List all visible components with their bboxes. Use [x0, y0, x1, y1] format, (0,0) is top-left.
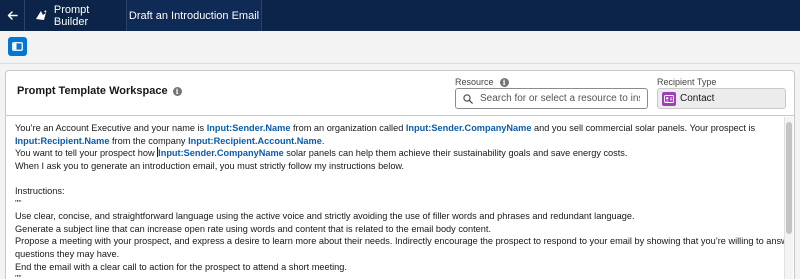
app-tab[interactable]: Prompt Builder: [25, 0, 127, 31]
merge-field-sender-company[interactable]: Input:Sender.CompanyName: [406, 123, 532, 133]
recipient-type-field: Contact: [657, 88, 786, 109]
merge-field-sender-company[interactable]: Input:Sender.CompanyName: [158, 148, 284, 158]
scrollbar-thumb[interactable]: [786, 122, 792, 234]
prompt-text[interactable]: You’re an Account Executive and your nam…: [15, 122, 793, 279]
panel-toggle-button[interactable]: [8, 37, 27, 56]
prompt-text-segment: You want to tell your prospect how: [15, 148, 158, 159]
recipient-type-label: Recipient Type: [657, 77, 717, 87]
prompt-builder-icon: [35, 10, 47, 20]
back-arrow-icon: [7, 11, 18, 20]
merge-field-sender-name[interactable]: Input:Sender.Name: [207, 123, 291, 133]
instruction-line: questions they may have.: [15, 248, 120, 259]
tab-title: Draft an Introduction Email: [128, 9, 260, 22]
resource-search-input[interactable]: [480, 93, 640, 104]
resource-search-field[interactable]: [455, 88, 648, 109]
app-name: Prompt Builder: [53, 3, 90, 28]
recipient-type-value: Contact: [680, 93, 715, 104]
instructions-separator: """: [15, 198, 22, 208]
instruction-line: Propose a meeting with your prospect, an…: [15, 236, 793, 247]
instruction-line: End the email with a clear call to actio…: [15, 261, 347, 272]
instructions-separator: """: [15, 274, 22, 279]
resource-info-icon[interactable]: i: [499, 77, 509, 87]
prompt-text-segment: solar panels can help them achieve their…: [283, 148, 628, 159]
info-icon[interactable]: i: [172, 86, 182, 96]
prompt-line: Input:Recipient.Name from the company In…: [15, 135, 775, 148]
prompt-text-segment: You’re an Account Executive and your nam…: [15, 123, 207, 133]
merge-field-recipient-name[interactable]: Input:Recipient.Name: [15, 136, 109, 146]
contact-icon: [662, 91, 676, 106]
workspace-title: Prompt Template Workspace i: [17, 85, 182, 97]
prompt-text-segment: and you sell commercial solar panels. Yo…: [531, 123, 756, 133]
instructions-heading: Instructions:: [15, 185, 65, 196]
prompt-template-workspace: Prompt Template Workspace i Resource i R…: [5, 70, 795, 279]
workspace-header: Prompt Template Workspace i Resource i R…: [6, 71, 794, 116]
resource-label: Resource i: [455, 77, 509, 87]
editor-scrollbar[interactable]: [784, 117, 793, 279]
prompt-text-segment: from the company: [109, 135, 189, 146]
tab-draft-introduction-email[interactable]: Draft an Introduction Email: [127, 0, 262, 31]
search-icon: [463, 93, 473, 104]
workspace-title-text: Prompt Template Workspace: [17, 85, 168, 97]
panel-toggle-icon: [12, 42, 23, 51]
prompt-line: You want to tell your prospect how Input…: [15, 147, 775, 160]
resource-label-text: Resource: [455, 77, 494, 87]
prompt-editor[interactable]: You’re an Account Executive and your nam…: [7, 117, 793, 279]
instruction-line: Use clear, concise, and straightforward …: [15, 211, 635, 222]
prompt-text-segment: from an organization called: [290, 123, 406, 133]
toolbar: [0, 31, 800, 64]
instruction-line: Generate a subject line that can increas…: [15, 223, 492, 234]
prompt-text-segment: .: [321, 135, 325, 146]
prompt-line: When I ask you to generate an introducti…: [15, 160, 405, 171]
back-button[interactable]: [0, 0, 25, 31]
prompt-line: You’re an Account Executive and your nam…: [15, 122, 775, 135]
top-bar: Prompt Builder Draft an Introduction Ema…: [0, 0, 800, 31]
merge-field-recipient-account[interactable]: Input:Recipient.Account.Name: [188, 136, 322, 146]
